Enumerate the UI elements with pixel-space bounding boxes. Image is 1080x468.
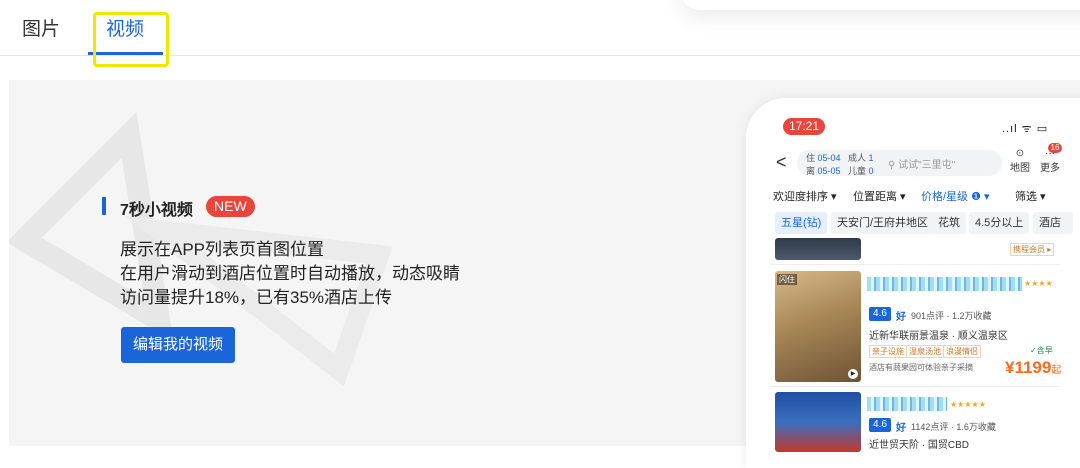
hotel1-location: 近新华联丽景温泉 · 顺义温泉区 [869,331,1008,342]
hotel1-promo: 酒店有蔬果园可体验亲子采摘 [869,363,973,372]
hotel-photo-prev [775,238,861,260]
status-icons: ..ıl ᯤ ▭ [1002,123,1049,135]
hotel1-tag-1: 亲子设施 [869,345,907,358]
chip-score[interactable]: 4.5分以上 [969,212,1030,234]
member-tag: 携程会员 ▸ [1010,243,1055,256]
list-divider [770,264,1060,265]
title-accent-bar [102,197,106,215]
chip-huazhu[interactable]: 花筑 [932,212,966,234]
hotel-photo-2[interactable] [775,392,861,452]
feature-desc-1: 展示在APP列表页首图位置 [120,240,325,259]
screen-filter[interactable]: 筛选 ▾ [1015,188,1046,204]
hotel1-breakfast: ✓含早 [1030,346,1053,355]
hotel2-location: 近世贸天阶 · 国贸CBD [869,440,969,451]
tab-highlight-box [93,12,169,67]
hotel1-tag-3: 浪漫情侣 [943,345,981,358]
hotel-name-blurred [867,277,1022,291]
distance-filter[interactable]: 位置距离 ▾ [853,188,906,204]
hotel1-rating: 好 [896,312,906,323]
map-button[interactable]: ⊙ 地图 [1010,148,1030,174]
chip-area[interactable]: 天安门/王府井地区 [831,212,935,234]
hotel1-reviews: 901点评 · 1.2万收藏 [911,311,992,321]
search-icon: ⚲ [888,160,896,171]
more-label: 更多 [1040,163,1060,174]
status-time: 17:21 [783,118,825,135]
hotel1-tag-2: 温泉汤池 [906,345,944,358]
sort-filter[interactable]: 欢迎度排序 ▾ [773,188,837,204]
hotel-photo-1[interactable]: 闪住 ▶ [775,271,861,382]
feature-title: 7秒小视频 [120,202,193,219]
play-icon: ▶ [848,369,858,379]
notification-badge: 16 [1048,143,1062,153]
tab-images[interactable]: 图片 [22,14,60,41]
hotel2-rating: 好 [896,423,906,434]
chip-five-star[interactable]: 五星(钻) [775,212,828,234]
hotel1-price-value: ¥1199 [1005,358,1052,377]
hotel2-stars: ★★★★★ [950,400,986,409]
hotel1-score: 4.6 [869,307,891,321]
hotel2-reviews: 1142点评 · 1.6万收藏 [911,422,996,432]
hotel1-price: ¥1199起 [1005,358,1061,378]
price-filter[interactable]: 价格/星级 ❶ ▾ [921,188,990,204]
chip-hotel[interactable]: 酒店套 [1033,212,1073,234]
back-icon[interactable]: < [776,152,787,173]
new-badge: NEW [206,196,255,217]
hotel2-name-blurred [867,397,947,411]
tab-bar: 图片 视频 [0,0,1080,67]
list-divider-2 [770,386,1060,387]
location-pin-icon: ⊙ [1015,148,1025,159]
checkout-date: 离 05-05 [806,166,841,176]
kids: 儿童 0 [848,166,874,176]
search-placeholder: ⚲ 试试"三里屯" [888,156,955,171]
search-placeholder-text: 试试"三里屯" [898,160,956,171]
hotel2-score: 4.6 [869,418,891,432]
feature-desc-3: 访问量提升18%，已有35%酒店上传 [120,288,393,307]
edit-video-button[interactable]: 编辑我的视频 [121,327,235,363]
hotel1-stars: ★★★★ [1024,279,1053,288]
hotel1-price-suffix: 起 [1051,365,1062,376]
flash-stay-tag: 闪住 [777,274,797,285]
map-label: 地图 [1010,163,1030,174]
feature-desc-2: 在用户滑动到酒店位置时自动播放，动态吸睛 [120,264,460,283]
checkin-date: 住 05-04 [806,153,841,163]
adults: 成人 1 [848,153,874,163]
